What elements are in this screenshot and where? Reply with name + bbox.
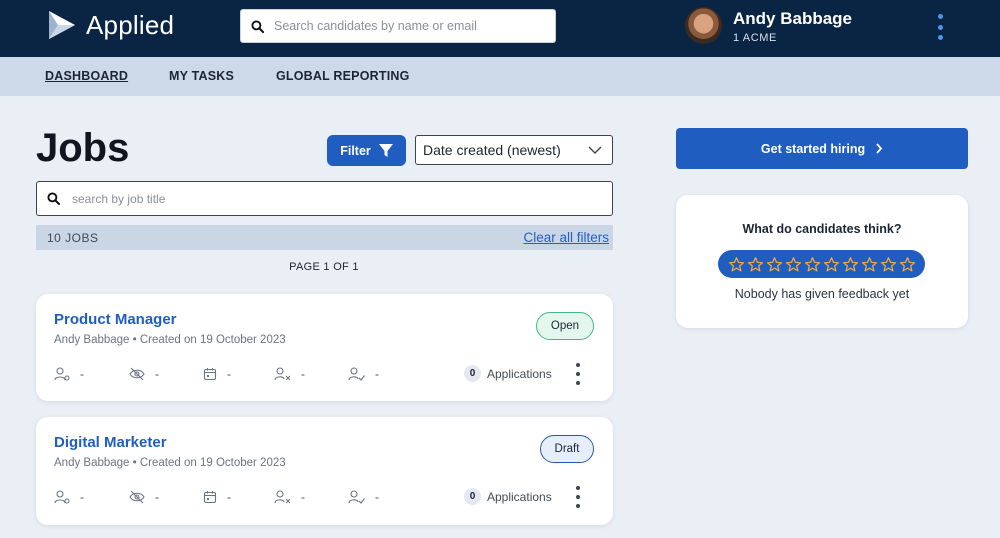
- main-nav: DASHBOARD MY TASKS GLOBAL REPORTING: [0, 57, 1000, 96]
- app-logo[interactable]: Applied: [46, 9, 174, 41]
- stat-rejected: -: [274, 490, 305, 504]
- star-icon[interactable]: [728, 256, 745, 273]
- stat-hidden: -: [129, 490, 159, 504]
- jobs-count: 10 JOBS: [47, 231, 99, 245]
- stat-hired: -: [348, 367, 379, 381]
- chevron-right-icon: [876, 143, 883, 154]
- filter-button-label: Filter: [340, 143, 371, 158]
- job-search[interactable]: [36, 181, 613, 216]
- sort-select-value: Date created (newest): [423, 142, 561, 158]
- star-icon[interactable]: [861, 256, 878, 273]
- hired-icon: [348, 490, 365, 504]
- status-badge: Draft: [540, 435, 594, 463]
- applications-label: Applications: [487, 489, 552, 504]
- applications-summary[interactable]: 0 Applications: [464, 488, 552, 505]
- star-icon[interactable]: [804, 256, 821, 273]
- stat-value: -: [227, 490, 231, 504]
- top-bar: Applied Andy Babbage 1 ACME: [0, 0, 1000, 57]
- nav-global-reporting[interactable]: GLOBAL REPORTING: [276, 69, 410, 83]
- candidate-search[interactable]: [240, 9, 556, 43]
- stat-candidates: -: [54, 367, 84, 381]
- applications-summary[interactable]: 0 Applications: [464, 365, 552, 382]
- star-icon[interactable]: [747, 256, 764, 273]
- jobs-count-bar: 10 JOBS Clear all filters: [36, 225, 613, 250]
- page-title: Jobs: [36, 126, 130, 170]
- feedback-stars: [718, 250, 925, 278]
- candidates-icon: [54, 367, 70, 381]
- status-badge: Open: [536, 312, 594, 340]
- rejected-icon: [274, 367, 291, 381]
- hidden-icon: [129, 367, 145, 381]
- stat-value: -: [375, 490, 379, 504]
- job-title[interactable]: Digital Marketer: [54, 434, 167, 451]
- search-icon: [47, 192, 60, 205]
- stat-value: -: [301, 367, 305, 381]
- star-icon[interactable]: [880, 256, 897, 273]
- job-menu-button[interactable]: [573, 486, 583, 508]
- stat-scheduled: -: [203, 367, 231, 381]
- rejected-icon: [274, 490, 291, 504]
- user-name: Andy Babbage: [733, 9, 853, 28]
- star-icon[interactable]: [823, 256, 840, 273]
- star-icon[interactable]: [899, 256, 916, 273]
- search-icon: [251, 19, 264, 33]
- get-started-hiring-button[interactable]: Get started hiring: [676, 128, 968, 169]
- avatar[interactable]: [685, 7, 722, 44]
- feedback-title: What do candidates think?: [742, 222, 902, 236]
- job-title[interactable]: Product Manager: [54, 311, 177, 328]
- app-name: Applied: [86, 9, 175, 40]
- stat-value: -: [80, 367, 84, 381]
- stat-value: -: [80, 490, 84, 504]
- stat-value: -: [155, 367, 159, 381]
- hidden-icon: [129, 490, 145, 504]
- job-meta: Andy Babbage • Created on 19 October 202…: [54, 334, 286, 346]
- chevron-down-icon: [588, 146, 602, 154]
- nav-my-tasks[interactable]: MY TASKS: [169, 69, 234, 83]
- job-card[interactable]: Digital Marketer Andy Babbage • Created …: [36, 417, 613, 525]
- filter-icon: [378, 143, 393, 157]
- candidates-icon: [54, 490, 70, 504]
- calendar-icon: [203, 368, 217, 381]
- applications-count: 0: [464, 365, 481, 382]
- kebab-menu-icon: [576, 486, 580, 490]
- stat-value: -: [155, 490, 159, 504]
- stat-value: -: [301, 490, 305, 504]
- filter-button[interactable]: Filter: [327, 135, 406, 166]
- star-icon[interactable]: [785, 256, 802, 273]
- stat-candidates: -: [54, 490, 84, 504]
- kebab-menu-icon: [576, 363, 580, 367]
- feedback-card: What do candidates think? Nobody has giv…: [676, 195, 968, 328]
- page-info: PAGE 1 OF 1: [289, 261, 359, 273]
- stat-rejected: -: [274, 367, 305, 381]
- stat-value: -: [227, 367, 231, 381]
- stat-hidden: -: [129, 367, 159, 381]
- calendar-icon: [203, 491, 217, 504]
- stat-scheduled: -: [203, 490, 231, 504]
- sort-select[interactable]: Date created (newest): [415, 135, 613, 165]
- job-meta: Andy Babbage • Created on 19 October 202…: [54, 457, 286, 469]
- applied-logo-icon: [49, 11, 75, 39]
- candidate-search-input[interactable]: [274, 19, 534, 33]
- hired-icon: [348, 367, 365, 381]
- applications-count: 0: [464, 488, 481, 505]
- clear-filters-link[interactable]: Clear all filters: [523, 230, 609, 245]
- job-menu-button[interactable]: [573, 363, 583, 385]
- user-org: 1 ACME: [733, 32, 777, 44]
- cta-label: Get started hiring: [760, 141, 866, 156]
- applications-label: Applications: [487, 366, 552, 381]
- star-icon[interactable]: [766, 256, 783, 273]
- star-icon[interactable]: [842, 256, 859, 273]
- kebab-menu-icon: [937, 14, 943, 19]
- feedback-empty-text: Nobody has given feedback yet: [734, 287, 910, 301]
- stat-hired: -: [348, 490, 379, 504]
- job-search-input[interactable]: [72, 191, 572, 206]
- nav-dashboard[interactable]: DASHBOARD: [45, 69, 128, 83]
- stat-value: -: [375, 367, 379, 381]
- job-card[interactable]: Product Manager Andy Babbage • Created o…: [36, 294, 613, 401]
- account-menu-button[interactable]: [934, 14, 946, 40]
